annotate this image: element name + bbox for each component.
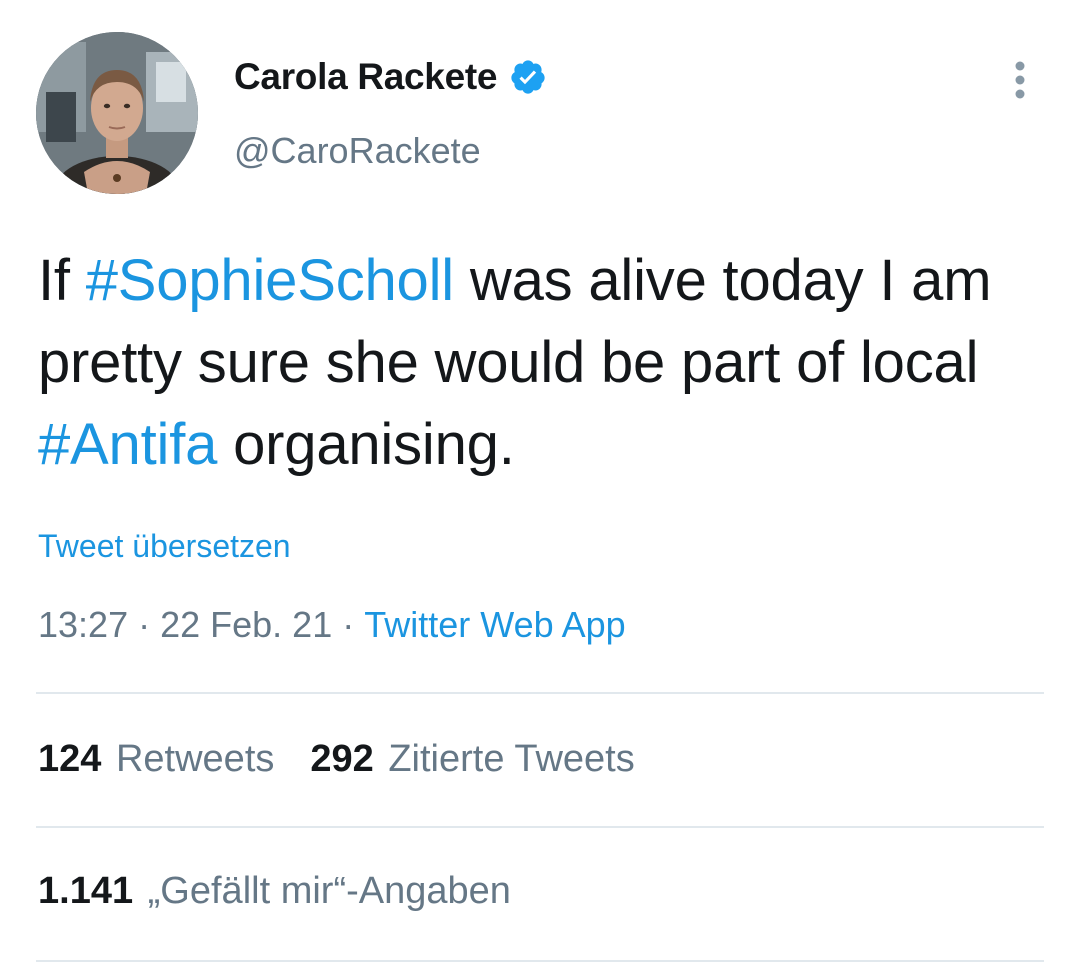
author-handle[interactable]: @CaroRackete <box>234 130 481 172</box>
tweet-detail: Carola Rackete @CaroRackete If #SophieSc… <box>0 0 1080 966</box>
quote-tweets-count: 292 <box>310 738 374 780</box>
likes-stat[interactable]: 1.141 „Gefällt mir“-Angaben <box>38 870 511 913</box>
avatar[interactable] <box>36 32 198 194</box>
divider <box>36 826 1044 828</box>
tweet-source-link[interactable]: Twitter Web App <box>364 604 625 645</box>
tweet-time[interactable]: 13:27 <box>38 604 128 645</box>
hashtag-link[interactable]: #SophieScholl <box>86 248 454 313</box>
retweets-label: Retweets <box>115 738 275 780</box>
divider <box>36 692 1044 694</box>
divider <box>36 960 1044 962</box>
meta-separator: · <box>138 604 151 645</box>
likes-label: „Gefällt mir“-Angaben <box>147 870 511 912</box>
likes-count: 1.141 <box>38 870 134 912</box>
meta-separator: · <box>342 604 355 645</box>
display-name[interactable]: Carola Rackete <box>234 56 497 98</box>
more-vertical-icon[interactable] <box>1006 60 1034 100</box>
hashtag-link[interactable]: #Antifa <box>38 412 217 477</box>
author-name-row[interactable]: Carola Rackete <box>234 52 547 102</box>
engagement-stats: 124 Retweets 292 Zitierte Tweets <box>38 738 635 781</box>
avatar-photo <box>36 32 198 194</box>
quote-tweets-stat[interactable]: 292 Zitierte Tweets <box>310 738 634 780</box>
verified-badge-icon <box>509 58 547 96</box>
tweet-metadata: 13:27 · 22 Feb. 21 · Twitter Web App <box>38 604 626 646</box>
translate-tweet-link[interactable]: Tweet übersetzen <box>38 528 291 565</box>
tweet-text-segment: If <box>38 248 86 313</box>
tweet-text-segment: organising. <box>217 412 515 477</box>
tweet-date[interactable]: 22 Feb. 21 <box>160 604 332 645</box>
quote-tweets-label: Zitierte Tweets <box>388 738 635 780</box>
tweet-text: If #SophieScholl was alive today I am pr… <box>38 240 1048 486</box>
retweets-count: 124 <box>38 738 102 780</box>
retweets-stat[interactable]: 124 Retweets <box>38 738 274 780</box>
